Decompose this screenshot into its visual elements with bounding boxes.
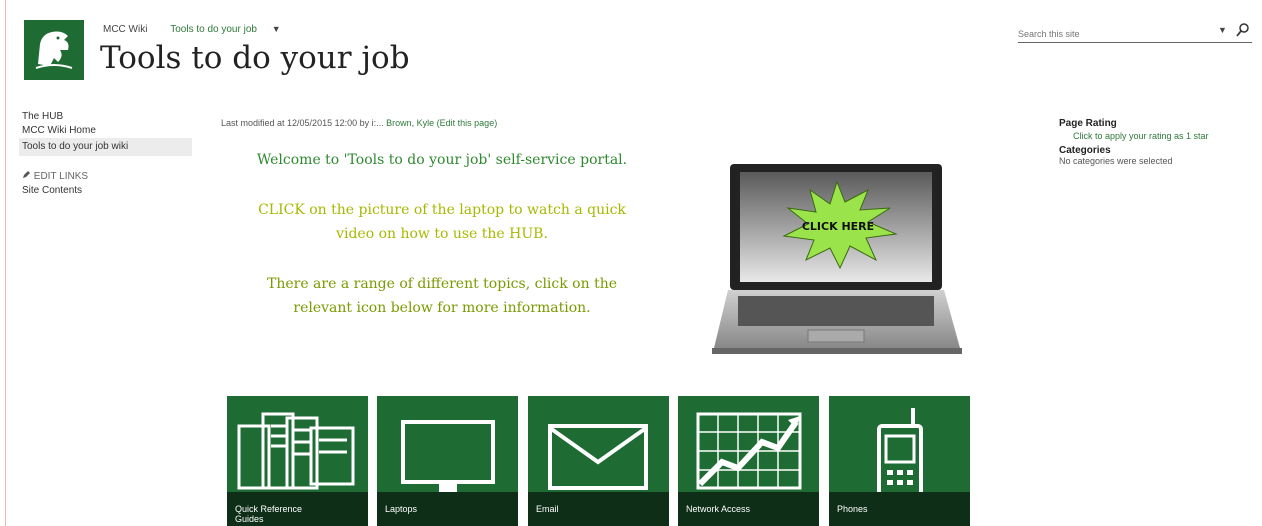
tile-email[interactable]: Email [528, 396, 669, 526]
tile-label-line-1: Email [536, 504, 559, 514]
search-input[interactable] [1018, 27, 1198, 41]
search-box: ▼ [1018, 22, 1252, 43]
page-title: Tools to do your job [100, 40, 410, 76]
breadcrumb-root-link[interactable]: MCC Wiki [103, 24, 147, 35]
categories-heading: Categories [1059, 145, 1111, 156]
welcome-message: Welcome to 'Tools to do your job' self-s… [256, 152, 628, 168]
instruction-line-2: video on how to use the HUB. [336, 226, 548, 242]
rating-stars-link[interactable]: Click to apply your rating as 1 star [1073, 131, 1209, 141]
categories-text: No categories were selected [1059, 156, 1173, 166]
page-edge-line [5, 0, 6, 526]
nav-item-wiki-home[interactable]: MCC Wiki Home [19, 124, 192, 138]
edit-links-label: EDIT LINKS [33, 171, 89, 182]
pencil-icon [23, 171, 30, 178]
edit-links-button[interactable]: EDIT LINKS [19, 170, 192, 184]
tile-label-line-1: Phones [837, 504, 868, 514]
tile-label: Quick Reference Guides [235, 504, 302, 524]
tile-label-line-1: Network Access [686, 504, 751, 514]
tile-label: Network Access [686, 504, 750, 514]
lion-logo-icon [35, 31, 73, 69]
instruction-line-1: CLICK on the picture of the laptop to wa… [258, 202, 626, 218]
nav-item-site-contents[interactable]: Site Contents [19, 184, 192, 198]
tile-label-line-2: Guides [235, 514, 264, 524]
topics-line-2: relevant icon below for more information… [293, 300, 591, 316]
nav-item-the-hub[interactable]: The HUB [19, 110, 192, 124]
search-icon[interactable] [1236, 22, 1250, 38]
topics-message: There are a range of different topics, c… [222, 272, 662, 320]
instruction-message: CLICK on the picture of the laptop to wa… [222, 198, 662, 246]
site-logo[interactable] [24, 20, 84, 80]
nav-item-tools-wiki[interactable]: Tools to do your job wiki [19, 138, 192, 156]
tile-label: Phones [837, 504, 868, 514]
tile-label: Email [536, 504, 559, 514]
last-modified: Last modified at 12/05/2015 12:00 by i:.… [221, 118, 497, 128]
breadcrumb: MCC Wiki Tools to do your job ▼ [103, 24, 281, 35]
search-scope-dropdown-icon[interactable]: ▼ [1218, 25, 1227, 35]
left-navigation: The HUB MCC Wiki Home Tools to do your j… [19, 110, 192, 198]
laptop-icon: CLICK HERE [712, 164, 962, 354]
last-modified-text: Last modified at 12/05/2015 12:00 by i:.… [221, 118, 384, 128]
laptop-video-link[interactable]: CLICK HERE [710, 160, 964, 365]
breadcrumb-current-link[interactable]: Tools to do your job [170, 24, 257, 35]
tile-label-line-1: Quick Reference [235, 504, 303, 514]
tile-laptops[interactable]: Laptops [377, 396, 518, 526]
modified-by-link[interactable]: Brown, Kyle (Edit this page) [386, 118, 497, 128]
chevron-down-icon[interactable]: ▼ [272, 24, 281, 34]
page-rating-heading: Page Rating [1059, 118, 1117, 129]
tile-quick-reference-guides[interactable]: Quick Reference Guides [227, 396, 368, 526]
tile-network-access[interactable]: Network Access [678, 396, 819, 526]
tile-phones[interactable]: Phones [829, 396, 970, 526]
topics-line-1: There are a range of different topics, c… [266, 276, 617, 292]
right-panel: Page Rating Click to apply your rating a… [1059, 118, 1209, 166]
tile-label: Laptops [385, 504, 417, 514]
laptop-burst-label: CLICK HERE [802, 220, 874, 233]
tile-label-line-1: Laptops [385, 504, 418, 514]
